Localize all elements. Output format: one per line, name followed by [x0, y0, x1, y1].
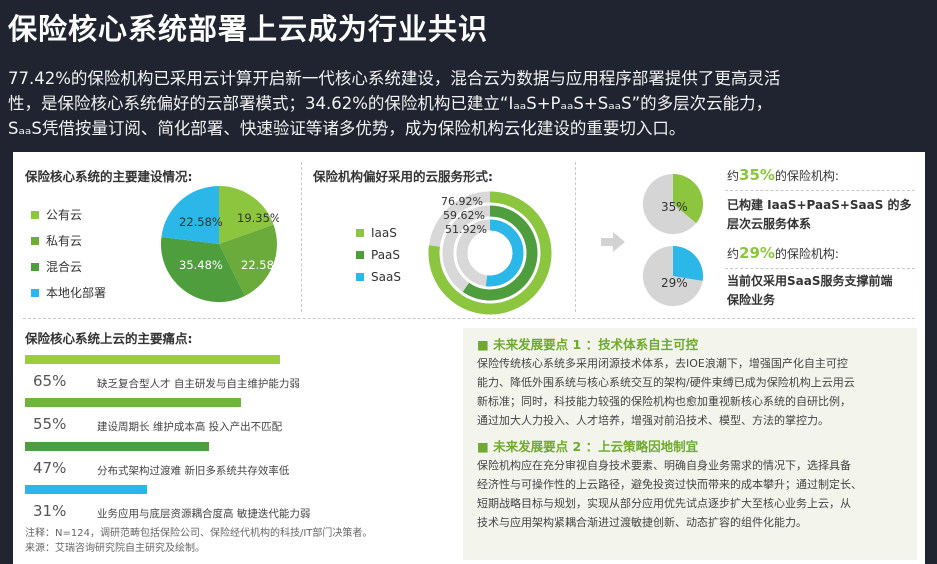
- services-title: 保险机构偏好采用的云服务形式:: [313, 169, 493, 184]
- section-divider-horizontal: [23, 318, 915, 319]
- ring-label-iaas: 76.92%: [441, 195, 483, 208]
- legend-swatch: [31, 288, 39, 297]
- intro-line: 性，是保险核心系统偏好的云部署模式；34.62%的保险机构已建立“IₐₐS+Pₐ…: [8, 94, 773, 113]
- legend-swatch: [31, 210, 39, 219]
- legend-private-cloud: 私有云: [31, 232, 82, 249]
- construction-pie: 19.35% 22.58% 35.48% 22.58%: [160, 186, 279, 303]
- pie-label-public: 19.35%: [237, 211, 279, 225]
- future-head-1: ■ 未来发展要点 1 ：技术体系自主可控: [477, 337, 699, 352]
- pie-35-percent: 35%: [643, 174, 703, 234]
- legend-saas: SaaS: [356, 270, 401, 284]
- legend-hybrid-cloud: 混合云: [31, 258, 82, 275]
- intro-paragraph: 77.42%的保险机构已采用云计算开启新一代核心系统建设，混合云为数据与应用程序…: [8, 66, 928, 141]
- pie-35-label: 35%: [661, 200, 688, 214]
- future-head-2: ■ 未来发展要点 2 ：上云策略因地制宜: [477, 439, 699, 454]
- page-title: 保险核心系统部署上云成为行业共识: [8, 12, 489, 46]
- note: 注释：N=124，调研范畴包括保险公司、保险经代机构的科技/IT部门决策者。: [25, 528, 373, 539]
- construction-title: 保险核心系统的主要建设情况:: [25, 169, 193, 184]
- legend-swatch: [356, 273, 364, 281]
- stat2-pct: 29%: [739, 244, 775, 262]
- stat1-pct: 35%: [739, 166, 775, 184]
- pain-bar: [25, 442, 209, 451]
- section-divider: [575, 162, 576, 312]
- stat2-desc: 当前仅采用SaaS服务支撑前端 保险业务: [727, 274, 893, 307]
- pie-29-percent: 29%: [643, 246, 704, 306]
- pain-text: 建设周期长 维护成本高 投入产出不匹配: [97, 421, 283, 433]
- pain-text: 业务应用与底层资源耦合度高 敏捷迭代能力弱: [97, 508, 311, 520]
- pain-title: 保险核心系统上云的主要痛点:: [25, 331, 193, 346]
- pain-text: 缺乏复合型人才 自主研发与自主维护能力弱: [97, 378, 300, 390]
- future-points-box: ■ 未来发展要点 1 ：技术体系自主可控 保险传统核心系统多采用闭源技术体系，去…: [463, 328, 917, 560]
- pain-pct: 65%: [33, 372, 67, 390]
- stat2-heading: 约29%的保险机构:: [727, 244, 839, 262]
- stat1-heading: 约35%的保险机构:: [727, 166, 839, 184]
- source: 来源：艾瑞咨询研究院自主研究及绘制。: [25, 543, 205, 554]
- pie-label-hybrid: 35.48%: [179, 258, 223, 272]
- legend-swatch: [356, 229, 364, 237]
- legend-paas: PaaS: [356, 248, 400, 262]
- legend-swatch: [31, 236, 39, 245]
- future-body-1: 保险传统核心系统多采用闭源技术体系，去IOE浪潮下，增强国产化自主可控 能力、降…: [477, 357, 855, 427]
- future-body-2: 保险机构应在充分审视自身技术要素、明确自身业务需求的情况下，选择具备 经济性与可…: [477, 459, 862, 529]
- intro-line: SₐₐS凭借按量订阅、简化部署、快速验证等诸多优势，成为保险机构云化建设的重要切…: [8, 119, 686, 138]
- infographic-card: 保险核心系统的主要建设情况: 公有云 私有云 混合云 本地化部署 19.35% …: [13, 152, 925, 564]
- legend-swatch: [356, 251, 364, 259]
- intro-line: 77.42%的保险机构已采用云计算开启新一代核心系统建设，混合云为数据与应用程序…: [8, 69, 781, 88]
- right-arrow-icon: [601, 232, 625, 252]
- stat-divider: [725, 190, 915, 191]
- pie-label-onprem: 22.58%: [179, 215, 223, 229]
- pain-bar: [25, 398, 241, 407]
- legend-iaas: IaaS: [356, 226, 397, 240]
- services-ring-chart: 76.92% 59.62% 51.92%: [428, 191, 552, 315]
- legend-public-cloud: 公有云: [31, 206, 82, 223]
- pie-label-private: 22.58%: [241, 258, 279, 272]
- pain-text: 分布式架构过渡难 新旧多系统共存效率低: [97, 465, 290, 477]
- pain-bar: [25, 485, 147, 494]
- pain-pct: 55%: [33, 415, 67, 433]
- ring-label-paas: 59.62%: [443, 209, 485, 222]
- pain-pct: 47%: [33, 459, 67, 477]
- legend-swatch: [31, 262, 39, 271]
- pain-pct: 31%: [33, 502, 67, 520]
- section-divider: [301, 162, 302, 312]
- pie-29-label: 29%: [661, 276, 688, 290]
- ring-label-saas: 51.92%: [445, 223, 487, 236]
- pain-bar: [25, 355, 280, 364]
- stat1-desc: 已构建 IaaS+PaaS+SaaS 的多 层次云服务体系: [727, 198, 912, 231]
- stat-divider: [725, 268, 915, 269]
- legend-on-premise: 本地化部署: [31, 284, 106, 301]
